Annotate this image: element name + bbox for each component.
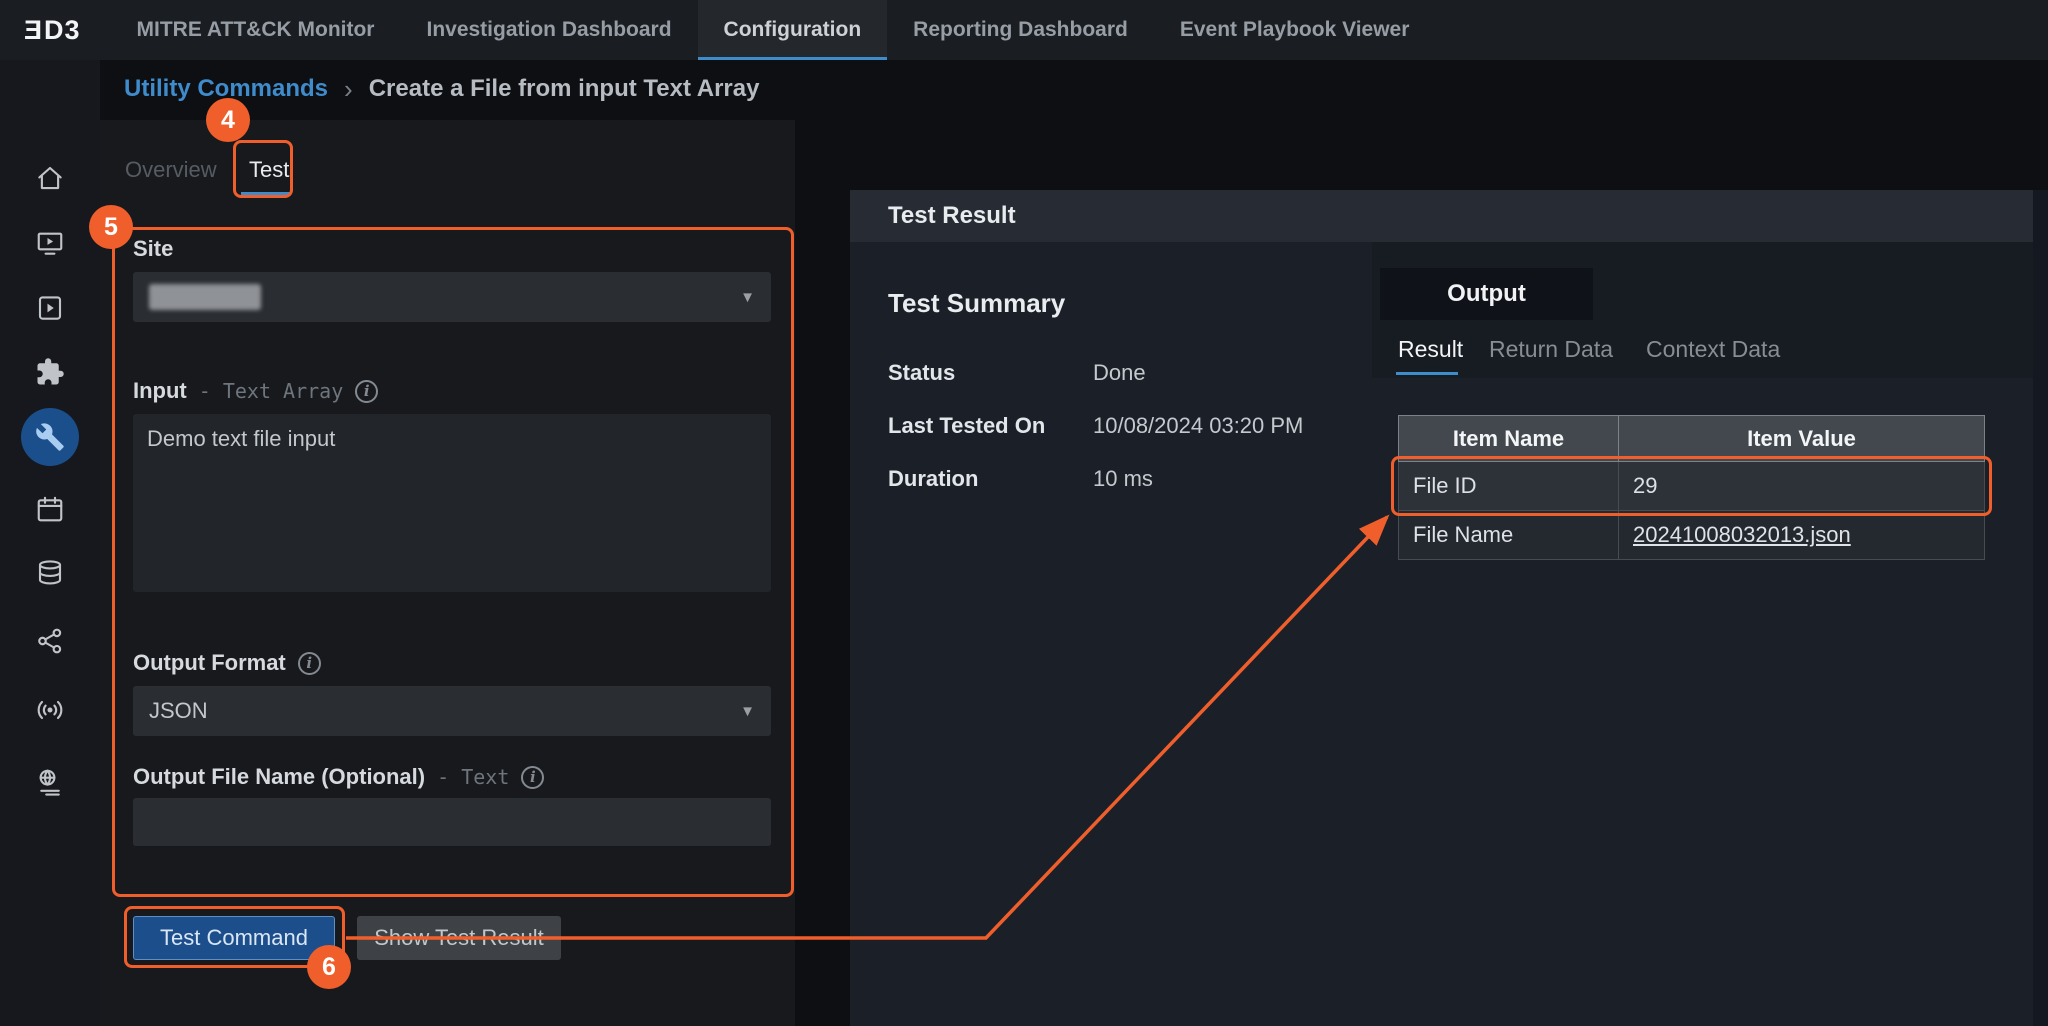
database-icon[interactable]	[35, 558, 65, 588]
cell-item-value: 29	[1619, 462, 1985, 511]
nav-item-mitre-attck-monitor[interactable]: MITRE ATT&CK Monitor	[111, 0, 401, 60]
nav-item-investigation-dashboard[interactable]: Investigation Dashboard	[400, 0, 697, 60]
show-test-result-button[interactable]: Show Test Result	[357, 916, 561, 960]
cell-item-value: 20241008032013.json	[1619, 511, 1985, 560]
input-textarea[interactable]: Demo text file input	[133, 414, 771, 592]
site-redacted-value	[149, 284, 261, 310]
chevron-down-icon: ▼	[740, 289, 755, 306]
test-summary-title: Test Summary	[888, 288, 1065, 319]
nav-item-event-playbook-viewer[interactable]: Event Playbook Viewer	[1154, 0, 1436, 60]
output-file-name-label-text: Output File Name (Optional)	[133, 764, 425, 790]
tab-test[interactable]: Test	[249, 157, 289, 183]
result-table-header-row: Item Name Item Value	[1399, 416, 1985, 462]
column-header-item-name: Item Name	[1399, 416, 1619, 462]
top-nav: Ǝ D3 MITRE ATT&CK Monitor Investigation …	[0, 0, 2048, 60]
event-monitor-icon[interactable]	[35, 228, 65, 258]
d3-soar-app: Ǝ D3 MITRE ATT&CK Monitor Investigation …	[0, 0, 2048, 1026]
test-result-body: Test Summary Status Done Last Tested On …	[850, 242, 2048, 1026]
d3-logo: Ǝ D3	[0, 0, 111, 60]
input-label-text: Input	[133, 378, 187, 404]
table-row-file-id: File ID 29	[1399, 462, 1985, 511]
summary-label: Status	[888, 360, 1093, 386]
schedule-calendar-icon[interactable]	[35, 494, 65, 524]
input-type-hint: - Text Array	[199, 379, 344, 403]
output-tab-strip: Output Result Return Data Context Data	[1372, 242, 2048, 378]
breadcrumb-separator: ›	[344, 74, 353, 105]
playbook-runner-icon[interactable]	[35, 293, 65, 323]
subtab-result[interactable]: Result	[1398, 336, 1463, 363]
info-icon[interactable]: i	[298, 652, 321, 675]
top-nav-items: MITRE ATT&CK Monitor Investigation Dashb…	[111, 0, 1436, 60]
table-row-file-name: File Name 20241008032013.json	[1399, 511, 1985, 560]
info-icon[interactable]: i	[521, 766, 544, 789]
summary-value: 10/08/2024 03:20 PM	[1093, 413, 1303, 439]
info-icon[interactable]: i	[355, 380, 378, 403]
output-format-select[interactable]: JSON ▼	[133, 686, 771, 736]
integrations-puzzle-icon[interactable]	[35, 357, 65, 387]
summary-value: 10 ms	[1093, 466, 1153, 492]
geo-feeds-globe-icon[interactable]	[35, 767, 65, 797]
output-format-label-text: Output Format	[133, 650, 286, 676]
summary-row-duration: Duration 10 ms	[888, 466, 1153, 492]
utility-commands-wrench-icon[interactable]	[21, 408, 79, 466]
cell-item-name: File ID	[1399, 462, 1619, 511]
site-label-text: Site	[133, 236, 173, 262]
home-icon[interactable]	[35, 163, 65, 193]
summary-row-status: Status Done	[888, 360, 1146, 386]
output-format-field-label: Output Format i	[133, 650, 321, 676]
site-field-label: Site	[133, 236, 173, 262]
connections-share-icon[interactable]	[35, 626, 65, 656]
test-command-button[interactable]: Test Command	[133, 916, 335, 960]
tab-output[interactable]: Output	[1380, 268, 1593, 320]
cell-item-name: File Name	[1399, 511, 1619, 560]
tab-overview[interactable]: Overview	[125, 157, 217, 183]
result-table: Item Name Item Value File ID 29 File Nam…	[1398, 415, 1985, 560]
sidebar	[0, 60, 100, 1026]
breadcrumb-parent-link[interactable]: Utility Commands	[124, 75, 328, 103]
breadcrumb: Utility Commands › Create a File from in…	[124, 60, 759, 118]
page-title: Create a File from input Text Array	[369, 75, 760, 103]
vertical-scrollbar[interactable]	[2033, 190, 2048, 1026]
subtab-result-active-underline	[1396, 372, 1458, 375]
broadcast-icon[interactable]	[35, 695, 65, 725]
output-file-name-field-label: Output File Name (Optional) - Text i	[133, 764, 544, 790]
nav-item-configuration[interactable]: Configuration	[698, 0, 888, 60]
subtab-context-data[interactable]: Context Data	[1646, 336, 1780, 363]
chevron-down-icon: ▼	[740, 703, 755, 720]
test-result-title: Test Result	[888, 202, 1016, 230]
summary-label: Last Tested On	[888, 413, 1093, 439]
column-header-item-value: Item Value	[1619, 416, 1985, 462]
input-field-label: Input - Text Array i	[133, 378, 378, 404]
nav-item-reporting-dashboard[interactable]: Reporting Dashboard	[887, 0, 1154, 60]
d3-logo-mark-icon: Ǝ	[24, 15, 43, 46]
output-file-name-input[interactable]	[133, 798, 771, 846]
test-result-header: Test Result	[850, 190, 2048, 242]
subtab-return-data[interactable]: Return Data	[1489, 336, 1613, 363]
file-download-link[interactable]: 20241008032013.json	[1633, 522, 1851, 547]
summary-row-last-tested: Last Tested On 10/08/2024 03:20 PM	[888, 413, 1303, 439]
output-file-name-type-hint: - Text	[437, 765, 509, 789]
tab-test-active-underline	[241, 192, 291, 195]
summary-value: Done	[1093, 360, 1146, 386]
summary-label: Duration	[888, 466, 1093, 492]
output-format-selected-value: JSON	[149, 698, 208, 724]
d3-logo-text: D3	[44, 15, 81, 46]
site-select[interactable]: ▼	[133, 272, 771, 322]
